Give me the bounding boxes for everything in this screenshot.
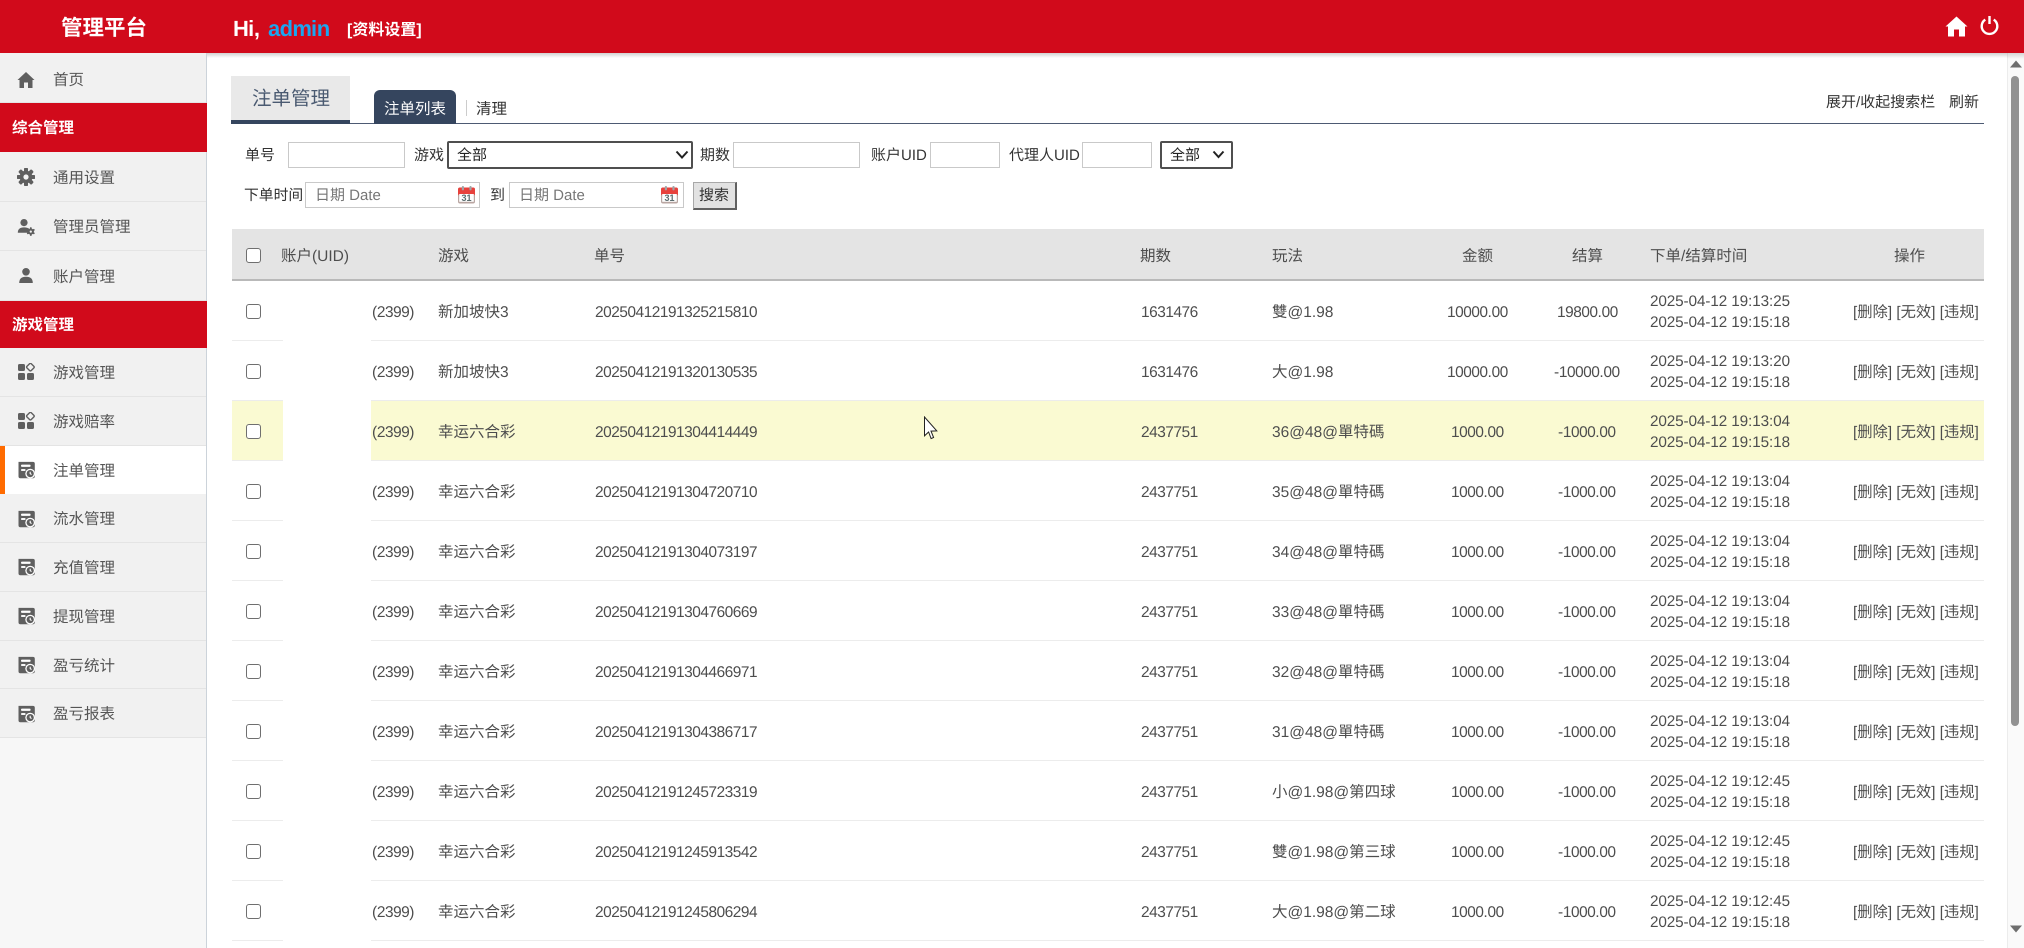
svg-text:31: 31: [461, 193, 471, 203]
svg-text:31: 31: [664, 193, 674, 203]
